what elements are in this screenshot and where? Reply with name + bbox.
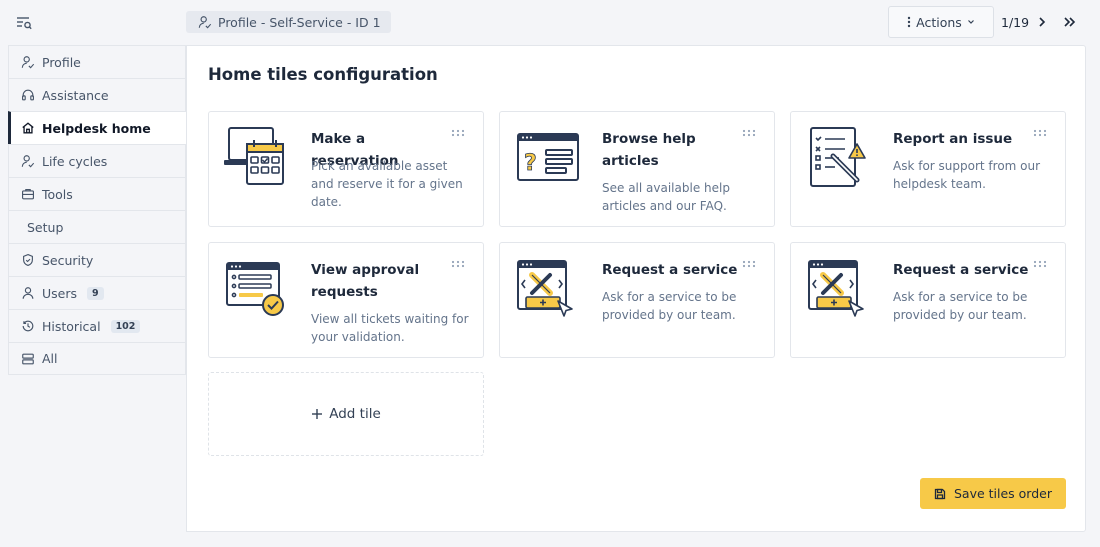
- sidebar-item-label: Historical: [42, 318, 101, 334]
- main-panel: Home tiles configuration Make a reservat…: [186, 45, 1086, 532]
- tile-description: View all tickets waiting for your valida…: [311, 312, 469, 344]
- sidebar-item-users[interactable]: Users 9: [8, 276, 186, 309]
- pager-count: 1/19: [1001, 15, 1030, 30]
- kebab-icon: [907, 16, 911, 28]
- sidebar-item-security[interactable]: Security: [8, 243, 186, 276]
- drag-handle-icon[interactable]: [451, 260, 465, 268]
- request-service-illustration: [517, 260, 573, 317]
- tile-title: View approval requests: [311, 262, 420, 300]
- calendar-reservation-illustration: [224, 127, 284, 185]
- sidebar-item-historical[interactable]: Historical 102: [8, 309, 186, 342]
- tile-browse-help-articles[interactable]: ? Browse help articles See all available…: [499, 111, 775, 227]
- historical-count-badge: 102: [110, 319, 141, 333]
- sidebar-item-label: Life cycles: [42, 153, 108, 169]
- sidebar-item-all[interactable]: All: [8, 342, 186, 375]
- actions-button[interactable]: Actions: [888, 6, 994, 38]
- last-icon[interactable]: [1062, 14, 1078, 30]
- drag-handle-icon[interactable]: [1033, 129, 1047, 137]
- sidebar-item-label: Security: [42, 252, 94, 268]
- next-icon[interactable]: [1035, 14, 1049, 30]
- user-icon: [22, 287, 34, 299]
- save-icon: [934, 488, 946, 499]
- sidebar: Profile Assistance Helpdesk home Life cy…: [8, 45, 187, 375]
- sidebar-section-label: Setup: [27, 219, 64, 235]
- sidebar-item-assistance[interactable]: Assistance: [8, 78, 186, 111]
- chevron-down-icon: [967, 20, 974, 24]
- breadcrumb-label: Profile - Self-Service - ID 1: [218, 14, 381, 30]
- sidebar-item-helpdesk-home[interactable]: Helpdesk home: [8, 111, 187, 144]
- tile-request-service[interactable]: Request a service Ask for a service to b…: [499, 242, 775, 358]
- shield-icon: [23, 253, 33, 267]
- sidebar-item-profile[interactable]: Profile: [8, 45, 186, 78]
- sidebar-item-label: Profile: [42, 54, 81, 70]
- drag-handle-icon[interactable]: [742, 260, 756, 268]
- tile-description: See all available help articles and our …: [602, 181, 730, 213]
- tile-description: Ask for support from our helpdesk team.: [893, 159, 1041, 191]
- sidebar-toggle-icon[interactable]: [14, 13, 34, 33]
- sidebar-item-label: Assistance: [42, 87, 109, 103]
- tile-description: Ask for a service to be provided by our …: [893, 290, 1028, 322]
- lifecycle-icon: [21, 155, 35, 168]
- save-tiles-order-button[interactable]: Save tiles order: [920, 478, 1066, 509]
- sidebar-item-label: Tools: [42, 186, 73, 202]
- drag-handle-icon[interactable]: [742, 129, 756, 137]
- profile-icon: [198, 16, 212, 29]
- page-title: Home tiles configuration: [208, 65, 438, 84]
- add-tile-button[interactable]: Add tile: [208, 372, 484, 456]
- drag-handle-icon[interactable]: [451, 129, 465, 137]
- profile-icon: [21, 56, 35, 69]
- sidebar-item-label: Users: [42, 285, 78, 301]
- approval-requests-illustration: [226, 262, 284, 316]
- tile-description: Pick an available asset and reserve it f…: [311, 159, 463, 209]
- tile-title: Report an issue: [893, 131, 1013, 147]
- tile-make-reservation[interactable]: Make a reservation Pick an available ass…: [208, 111, 484, 227]
- report-issue-illustration: [810, 127, 866, 187]
- svg-text:?: ?: [524, 151, 537, 176]
- tile-view-approval-requests[interactable]: View approval requests View all tickets …: [208, 242, 484, 358]
- request-service-illustration: [808, 260, 864, 317]
- save-label: Save tiles order: [953, 486, 1052, 501]
- help-articles-illustration: ?: [517, 133, 579, 181]
- history-icon: [22, 320, 34, 332]
- sidebar-item-life-cycles[interactable]: Life cycles: [8, 144, 186, 177]
- home-icon: [22, 122, 34, 134]
- tile-title: Request a service: [893, 262, 1029, 278]
- tile-description: Ask for a service to be provided by our …: [602, 290, 737, 322]
- plus-icon: [312, 409, 323, 419]
- actions-label: Actions: [916, 14, 962, 30]
- add-tile-label: Add tile: [329, 406, 381, 422]
- tile-title: Request a service: [602, 262, 738, 278]
- sidebar-item-tools[interactable]: Tools: [8, 177, 186, 210]
- tile-report-issue[interactable]: Report an issue Ask for support from our…: [790, 111, 1066, 227]
- users-count-badge: 9: [87, 286, 104, 300]
- headset-icon: [22, 89, 34, 101]
- tile-title: Browse help articles: [602, 131, 696, 169]
- briefcase-icon: [22, 189, 34, 200]
- drag-handle-icon[interactable]: [1033, 260, 1047, 268]
- sidebar-item-label: Helpdesk home: [42, 120, 151, 136]
- tile-request-service[interactable]: Request a service Ask for a service to b…: [790, 242, 1066, 358]
- breadcrumb[interactable]: Profile - Self-Service - ID 1: [186, 11, 391, 33]
- sidebar-section-setup: Setup: [8, 210, 186, 243]
- sidebar-item-label: All: [42, 351, 58, 366]
- list-icon: [22, 353, 34, 364]
